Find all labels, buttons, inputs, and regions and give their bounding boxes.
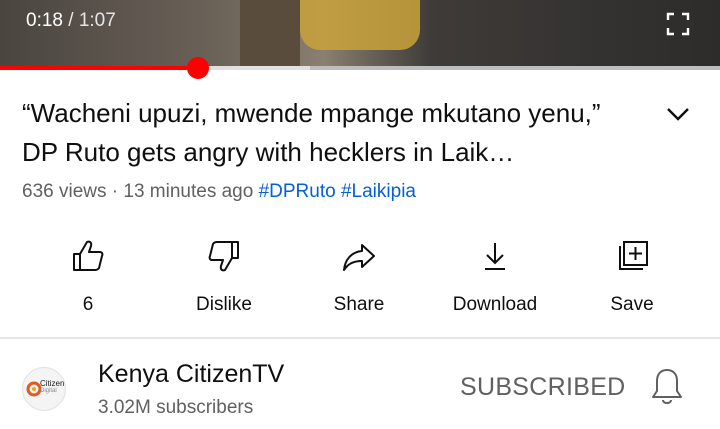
video-title[interactable]: “Wacheni upuzi, mwende mpange mkutano ye… bbox=[22, 94, 642, 172]
thumbs-down-icon bbox=[208, 241, 239, 272]
video-player[interactable]: 0:18 / 1:07 bbox=[0, 0, 720, 69]
subscriber-count: 3.02M subscribers bbox=[98, 397, 254, 418]
video-frame-detail bbox=[300, 0, 420, 50]
video-meta: 636 views · 13 minutes ago #DPRuto #Laik… bbox=[22, 181, 416, 202]
share-button[interactable]: Share bbox=[304, 238, 414, 316]
video-frame-detail bbox=[240, 0, 300, 69]
like-button[interactable]: 6 bbox=[33, 238, 143, 316]
scrubber-handle[interactable] bbox=[187, 57, 209, 79]
download-icon bbox=[485, 243, 505, 270]
channel-avatar[interactable]: Citizen Digital bbox=[22, 367, 66, 411]
divider bbox=[0, 337, 720, 339]
time-display: 0:18 / 1:07 bbox=[26, 10, 116, 31]
dislike-label: Dislike bbox=[196, 294, 252, 315]
subscribed-button[interactable]: SUBSCRIBED bbox=[460, 373, 626, 402]
hashtag-link[interactable]: #DPRuto bbox=[259, 181, 336, 202]
duration: 1:07 bbox=[78, 10, 116, 31]
share-arrow-icon bbox=[343, 244, 375, 271]
playlist-add-icon bbox=[619, 241, 648, 270]
dislike-button[interactable]: Dislike bbox=[169, 238, 279, 316]
action-bar: 6 Dislike Share Download Save bbox=[0, 238, 720, 328]
logo-text: Citizen bbox=[40, 379, 65, 388]
save-button[interactable]: Save bbox=[577, 238, 687, 316]
fullscreen-icon[interactable] bbox=[666, 12, 690, 36]
upload-age: 13 minutes ago bbox=[123, 181, 254, 202]
played-bar bbox=[0, 66, 198, 70]
save-label: Save bbox=[610, 294, 654, 315]
download-label: Download bbox=[452, 294, 538, 315]
bell-icon[interactable] bbox=[650, 367, 684, 405]
view-count: 636 views bbox=[22, 181, 107, 202]
hashtag-link[interactable]: #Laikipia bbox=[341, 181, 416, 202]
download-button[interactable]: Download bbox=[440, 238, 550, 316]
share-label: Share bbox=[333, 294, 385, 315]
progress-bar[interactable] bbox=[0, 57, 720, 79]
thumbs-up-icon bbox=[73, 240, 104, 271]
channel-name[interactable]: Kenya CitizenTV bbox=[98, 360, 284, 389]
like-count: 6 bbox=[82, 294, 94, 315]
chevron-down-icon[interactable] bbox=[664, 100, 692, 128]
current-time: 0:18 bbox=[26, 10, 63, 31]
logo-subtext: Digital bbox=[40, 388, 57, 394]
